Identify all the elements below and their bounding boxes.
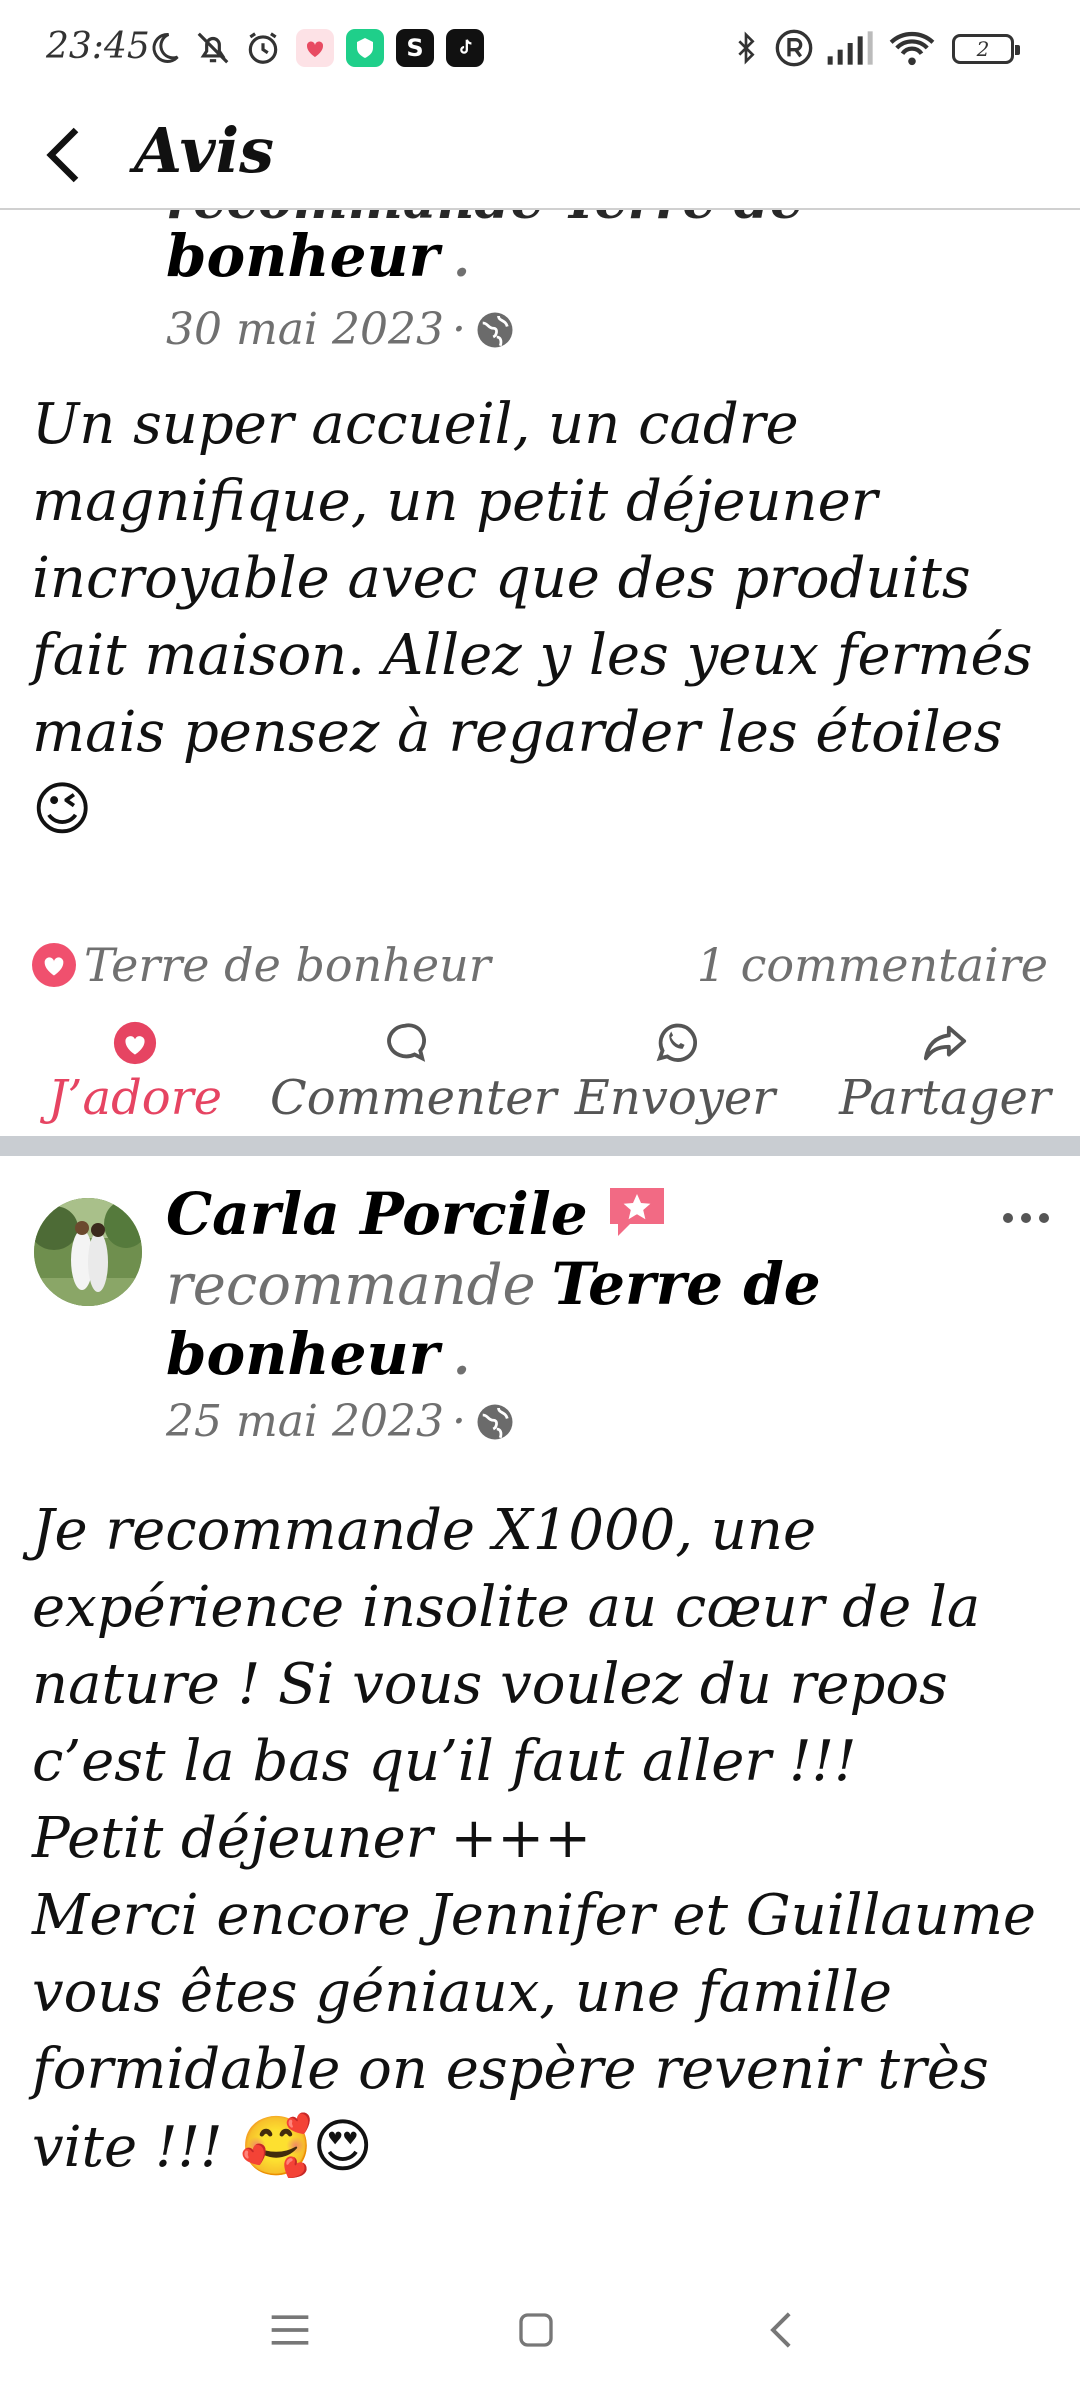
reaction-names[interactable]: Terre de bonheur: [84, 938, 491, 992]
post-body-text: Je recommande X1000, une expérience inso…: [32, 1498, 1037, 2180]
like-label: J’adore: [47, 1070, 223, 1126]
reactions-summary: Terre de bonheur 1 commentaire: [32, 938, 1048, 994]
tiktok-icon: [446, 28, 484, 68]
bell-off-icon: [194, 28, 232, 68]
globe-icon: [477, 312, 513, 347]
globe-icon: [477, 1404, 513, 1439]
post-date[interactable]: 25 mai 2023: [166, 1396, 444, 1447]
page-title: Avis: [134, 114, 275, 187]
app-shield-icon: [346, 28, 384, 68]
comment-count[interactable]: 1 commentaire: [697, 938, 1048, 992]
menu-icon: [271, 2315, 309, 2345]
page-link-cont[interactable]: bonheur: [166, 1320, 439, 1388]
share-button[interactable]: Partager: [810, 1016, 1080, 1134]
post-date[interactable]: 30 mai 2023: [166, 304, 444, 355]
post-body: Je recommande X1000, une expérience inso…: [32, 1492, 1052, 2186]
bluetooth-icon: [730, 28, 762, 68]
post-header: Carla Porcile recommande Terre de bonheu…: [166, 1180, 986, 1447]
date-separator: ·: [451, 304, 466, 355]
alarm-icon: [244, 28, 282, 68]
avatar[interactable]: [34, 1198, 142, 1306]
system-nav-bar: [0, 2280, 1080, 2380]
status-time: 23:45: [46, 26, 150, 67]
home-icon: [519, 2313, 553, 2347]
send-label: Envoyer: [574, 1070, 776, 1126]
chevron-left-icon: [46, 127, 79, 183]
battery-icon: 2: [952, 34, 1020, 64]
author-name[interactable]: Carla Porcile: [166, 1180, 588, 1248]
like-button[interactable]: J’adore: [0, 1016, 270, 1134]
heart-icon: [113, 1021, 157, 1065]
dot-separator: .: [453, 232, 470, 288]
moon-icon: [146, 28, 182, 68]
post-body: Un super accueil, un cadre magnifique, u…: [32, 386, 1052, 849]
share-label: Partager: [839, 1070, 1051, 1126]
wifi-icon: [888, 28, 936, 68]
registered-icon: [774, 28, 814, 68]
nav-back-button[interactable]: [742, 2300, 822, 2360]
send-button[interactable]: Envoyer: [540, 1016, 810, 1134]
more-dot: [1039, 1213, 1049, 1223]
page-link[interactable]: bonheur: [166, 222, 439, 290]
back-button[interactable]: [36, 120, 96, 183]
comment-label: Commenter: [270, 1070, 557, 1126]
wink-emoji: 😉: [32, 775, 93, 843]
back-triangle-icon: [770, 2312, 791, 2348]
more-dot: [1021, 1213, 1031, 1223]
app-s-icon: S: [396, 28, 434, 68]
post-body-text: Un super accueil, un cadre magnifique, u…: [32, 392, 1033, 765]
heart-reaction-icon: [32, 943, 76, 987]
page-link[interactable]: Terre de: [552, 1250, 821, 1318]
comment-icon: [387, 1023, 426, 1062]
date-separator: ·: [451, 1396, 466, 1447]
signal-icon: [826, 28, 876, 68]
whatsapp-icon: [656, 1023, 697, 1062]
love-emojis: 🥰😍: [240, 2112, 374, 2180]
menu-button[interactable]: [250, 2300, 330, 2360]
post-separator: [0, 1136, 1080, 1156]
comment-button[interactable]: Commenter: [270, 1016, 557, 1134]
more-dot: [1003, 1213, 1013, 1223]
more-options-button[interactable]: [996, 1198, 1056, 1238]
recommendation-badge-icon: [606, 1184, 668, 1244]
app-heart-icon: [296, 28, 334, 68]
share-icon: [923, 1025, 967, 1061]
status-bar: 23:45 S 2: [0, 0, 1080, 100]
post-actions: J’adore Commenter Envoyer Partager: [0, 1016, 1080, 1134]
dot-separator: .: [453, 1330, 470, 1386]
app-header: Avis: [0, 100, 1080, 210]
home-button[interactable]: [496, 2300, 576, 2360]
recommends-text: recommande: [166, 1253, 536, 1318]
